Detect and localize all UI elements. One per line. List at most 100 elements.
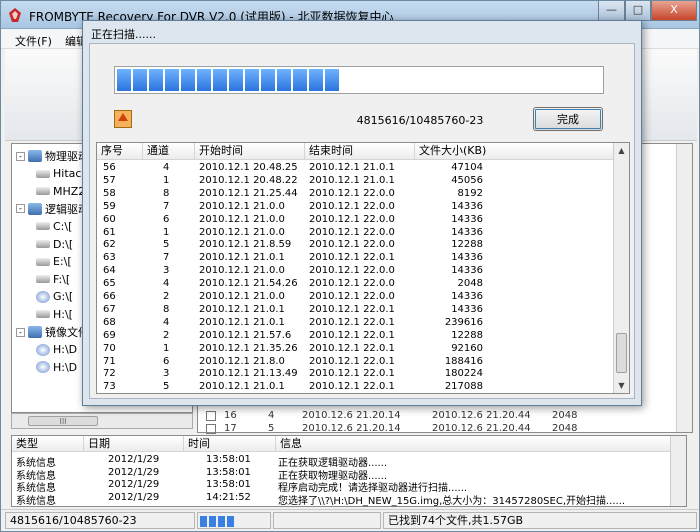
up-arrow-icon[interactable] <box>114 110 132 128</box>
table-row[interactable]: 70 1 2010.12.1 21.35.26 2010.12.1 22.0.1 921… <box>97 343 615 356</box>
table-cell: 1 <box>163 342 170 354</box>
log-row: 系统信息 2012/1/29 13:58:01 正在获取逻辑驱动器...... <box>12 454 668 469</box>
table-row[interactable]: 71 6 2010.12.1 21.8.0 2010.12.1 22.0.1 18841… <box>97 356 615 369</box>
close-button[interactable]: X <box>651 1 697 21</box>
log-column-header[interactable]: 日期 <box>84 436 184 452</box>
table-row[interactable]: 63 7 2010.12.1 21.0.1 2010.12.1 22.0.1 14336 <box>97 252 615 265</box>
tree-item[interactable]: C:\[ <box>36 218 72 234</box>
tree-item[interactable]: H:\D <box>36 342 77 358</box>
results-column-header[interactable]: 通道 <box>143 143 195 160</box>
table-cell: 2010.12.1 22.0.0 <box>309 187 395 199</box>
log-cell: 13:58:01 <box>206 454 251 465</box>
app-logo-icon <box>9 8 21 22</box>
table-cell: 5 <box>163 239 170 251</box>
row-checkbox[interactable] <box>206 411 216 421</box>
table-row[interactable]: 69 2 2010.12.1 21.57.6 2010.12.1 22.0.1 1228… <box>97 330 615 343</box>
minimize-button[interactable]: — <box>598 1 625 21</box>
table-cell: 2048 <box>457 278 483 290</box>
table-row[interactable]: 56 4 2010.12.1 20.48.25 2010.12.1 21.0.1 471… <box>97 162 615 175</box>
cell-no: 17 <box>224 423 237 434</box>
disk-image-icon <box>36 361 50 374</box>
cell-start: 2010.12.6 21.20.14 <box>302 423 401 434</box>
table-cell: 7 <box>163 252 170 264</box>
hard-drive-icon <box>36 187 50 196</box>
collapse-icon[interactable]: - <box>16 327 25 337</box>
tree-item-label: D:\[ <box>53 237 74 251</box>
status-found-text: 已找到74个文件,共1.57GB <box>383 512 697 529</box>
results-scrollbar[interactable]: ▲ ▼ <box>613 143 629 393</box>
cell-start: 2010.12.6 21.20.14 <box>302 410 401 421</box>
computer-icon <box>28 150 42 162</box>
table-row[interactable]: 72 3 2010.12.1 21.13.49 2010.12.1 22.0.1 180… <box>97 368 615 381</box>
tree-item[interactable]: - 镜像文件 <box>16 324 89 340</box>
table-row[interactable]: 59 7 2010.12.1 21.0.0 2010.12.1 22.0.0 14336 <box>97 201 615 214</box>
tree-item[interactable]: Hitach <box>36 166 88 182</box>
results-column-header[interactable]: 文件大小(KB) <box>415 143 615 160</box>
table-cell: 14336 <box>451 200 483 212</box>
log-column-header[interactable]: 时间 <box>184 436 276 452</box>
scroll-thumb[interactable]: III <box>28 416 98 426</box>
results-column-header[interactable]: 开始时间 <box>195 143 305 160</box>
table-row[interactable]: 66 2 2010.12.1 21.0.0 2010.12.1 22.0.0 14336 <box>97 291 615 304</box>
table-row[interactable]: 64 3 2010.12.1 21.0.0 2010.12.1 22.0.0 14336 <box>97 265 615 278</box>
log-column-header[interactable]: 信息 <box>276 436 672 452</box>
results-column-header[interactable]: 结束时间 <box>305 143 415 160</box>
progress-block <box>261 69 275 91</box>
table-row[interactable]: 73 5 2010.12.1 21.0.1 2010.12.1 22.0.1 21708… <box>97 381 615 393</box>
results-column-header[interactable]: 序号 <box>97 143 143 160</box>
table-cell: 2010.12.1 21.0.0 <box>199 226 285 238</box>
tree-item[interactable]: D:\[ <box>36 236 73 252</box>
tree-item-label: G:\[ <box>53 290 74 304</box>
log-scrollbar[interactable] <box>670 436 686 506</box>
menu-file[interactable]: 文件(F) <box>15 33 52 49</box>
progress-block <box>293 69 307 91</box>
table-cell: 2010.12.1 22.0.0 <box>309 278 395 290</box>
tree-item[interactable]: MHZ2 <box>36 183 85 199</box>
scan-dialog: 正在扫描...... 4815616/10485760-23 完成 序号 通道 开始… <box>82 20 642 406</box>
table-row[interactable]: 62 5 2010.12.1 21.8.59 2010.12.1 22.0.0 1228… <box>97 239 615 252</box>
tree-item[interactable]: - 物理驱动 <box>16 148 89 164</box>
maximize-button[interactable]: □ <box>625 1 651 21</box>
scroll-thumb[interactable] <box>616 333 627 373</box>
table-cell: 4 <box>163 162 170 173</box>
tree-item[interactable]: G:\[ <box>36 289 73 305</box>
table-cell: 2010.12.1 22.0.1 <box>309 316 395 328</box>
done-button[interactable]: 完成 <box>533 107 603 131</box>
log-cell: 2012/1/29 <box>108 491 160 503</box>
table-row[interactable]: 65 4 2010.12.1 21.54.26 2010.12.1 22.0.0 204… <box>97 278 615 291</box>
scroll-down-arrow[interactable]: ▼ <box>614 378 629 393</box>
tree-horizontal-scrollbar[interactable]: III <box>11 413 193 429</box>
table-cell: 8192 <box>457 187 483 199</box>
table-row[interactable]: 58 8 2010.12.1 21.25.44 2010.12.1 22.0.0 819… <box>97 188 615 201</box>
scroll-up-arrow[interactable]: ▲ <box>614 143 629 158</box>
table-row[interactable]: 68 4 2010.12.1 21.0.1 2010.12.1 22.0.1 23961… <box>97 317 615 330</box>
progress-block <box>133 69 147 91</box>
row-checkbox[interactable] <box>206 424 216 434</box>
tree-item[interactable]: F:\[ <box>36 271 70 287</box>
tree-item[interactable]: H:\D <box>36 359 77 375</box>
progress-block <box>165 69 179 91</box>
table-cell: 2010.12.1 21.0.1 <box>199 252 285 264</box>
table-row[interactable]: 16 4 2010.12.6 21.20.14 2010.12.6 21.20.44 2… <box>202 410 672 423</box>
tree-item[interactable]: H:\[ <box>36 306 73 322</box>
table-cell: 6 <box>163 213 170 225</box>
log-cell: 2012/1/29 <box>108 479 160 490</box>
tree-item-label: C:\[ <box>53 219 73 233</box>
table-row[interactable]: 61 1 2010.12.1 21.0.0 2010.12.1 22.0.0 14336 <box>97 227 615 240</box>
collapse-icon[interactable]: - <box>16 204 25 214</box>
table-row[interactable]: 67 8 2010.12.1 21.0.1 2010.12.1 22.0.1 14336 <box>97 304 615 317</box>
log-column-header[interactable]: 类型 <box>12 436 84 452</box>
table-cell: 2010.12.1 21.0.1 <box>199 381 285 393</box>
table-cell: 2010.12.1 21.0.1 <box>199 303 285 315</box>
table-row[interactable]: 60 6 2010.12.1 21.0.0 2010.12.1 22.0.0 14336 <box>97 214 615 227</box>
disk-image-icon <box>36 343 50 356</box>
collapse-icon[interactable]: - <box>16 151 25 161</box>
file-list-scrollbar[interactable] <box>676 144 692 432</box>
log-cell: 2012/1/29 <box>108 454 160 465</box>
table-cell: 92160 <box>451 342 483 354</box>
table-row[interactable]: 57 1 2010.12.1 20.48.22 2010.12.1 21.0.1 450… <box>97 175 615 188</box>
table-cell: 66 <box>103 291 116 302</box>
tree-item[interactable]: E:\[ <box>36 254 72 270</box>
cdrom-icon <box>36 290 50 303</box>
tree-item[interactable]: - 逻辑驱动 <box>16 201 89 217</box>
